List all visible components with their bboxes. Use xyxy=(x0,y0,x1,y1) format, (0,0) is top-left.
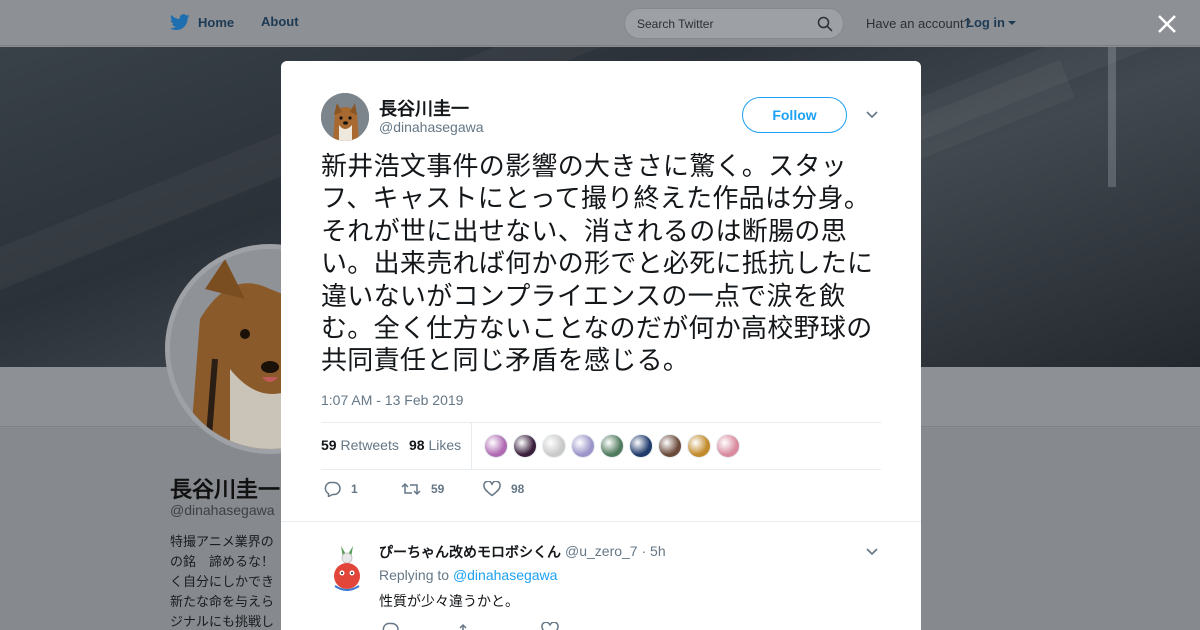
liker-avatar[interactable] xyxy=(513,434,537,458)
likes-stat[interactable]: 98 Likes xyxy=(409,437,461,453)
login-link[interactable]: Log in xyxy=(966,15,1017,30)
search-icon[interactable] xyxy=(817,16,833,32)
reply-chevron-down-icon[interactable] xyxy=(864,544,880,560)
reply-icon[interactable] xyxy=(381,622,399,630)
nav-about-link[interactable]: About xyxy=(261,14,299,29)
chevron-down-icon[interactable] xyxy=(864,107,880,123)
search-input[interactable] xyxy=(637,9,817,38)
account-prompt: Have an account? xyxy=(866,16,971,31)
retweet-action[interactable]: 59 xyxy=(401,481,444,497)
liker-avatar[interactable] xyxy=(687,434,711,458)
reply-actions xyxy=(379,622,579,630)
reply-avatar-icon[interactable] xyxy=(327,542,367,594)
heart-icon xyxy=(483,481,501,497)
reply-time[interactable]: 5h xyxy=(650,543,666,559)
retweets-label: Retweets xyxy=(340,437,399,453)
top-navigation: Home About Have an account? Log in xyxy=(0,0,1200,46)
retweets-stat[interactable]: 59 Retweets xyxy=(321,437,399,453)
profile-bio-line: ジナルにも挑戦し xyxy=(170,614,275,629)
liker-avatar[interactable] xyxy=(629,434,653,458)
retweets-count: 59 xyxy=(321,437,337,453)
replying-to: Replying to @dinahasegawa xyxy=(379,567,557,583)
close-icon xyxy=(1158,15,1176,33)
liker-avatar[interactable] xyxy=(484,434,508,458)
nav-home-link[interactable]: Home xyxy=(170,14,234,31)
stats-divider xyxy=(471,423,472,469)
profile-bio-line: く自分にしかでき xyxy=(170,574,275,589)
login-label: Log in xyxy=(966,15,1005,30)
nav-about-label: About xyxy=(261,14,299,29)
reply-author-name[interactable]: ぴーちゃん改めモロボシくん xyxy=(379,542,561,562)
caret-down-icon xyxy=(1008,20,1016,25)
replying-to-link[interactable]: @dinahasegawa xyxy=(453,567,558,583)
liker-avatar[interactable] xyxy=(600,434,624,458)
reply-count: 1 xyxy=(351,482,358,496)
liker-avatar[interactable] xyxy=(571,434,595,458)
reply-action[interactable]: 1 xyxy=(323,481,358,497)
tweet-modal: 長谷川圭一 @dinahasegawa Follow 新井浩文事件の影響の大きさ… xyxy=(281,61,921,630)
liker-avatars xyxy=(484,434,740,458)
dog-avatar-icon xyxy=(321,93,369,141)
liker-avatar[interactable] xyxy=(658,434,682,458)
reply-author-handle[interactable]: @u_zero_7 xyxy=(565,543,638,559)
replying-to-label: Replying to xyxy=(379,567,450,583)
profile-bio-line: 特撮アニメ業界の xyxy=(170,534,274,549)
reply-text: 性質が少々違うかと。 xyxy=(379,594,519,610)
profile-bio: 特撮アニメ業界の の銘 諦めるな！ く自分にしかでき 新たな命を与えら ジナルに… xyxy=(170,532,285,630)
reply-icon xyxy=(324,481,341,497)
profile-handle: @dinahasegawa xyxy=(170,502,275,518)
tweet-timestamp[interactable]: 1:07 AM - 13 Feb 2019 xyxy=(321,392,463,408)
heart-icon[interactable] xyxy=(541,622,559,630)
follow-button[interactable]: Follow xyxy=(742,97,847,133)
profile-name: 長谷川圭一 xyxy=(170,477,281,502)
retweet-icon xyxy=(401,482,421,496)
tweet-stats: 59 Retweets 98 Likes xyxy=(321,422,881,470)
like-count: 98 xyxy=(511,482,525,496)
liker-avatar[interactable] xyxy=(716,434,740,458)
author-handle[interactable]: @dinahasegawa xyxy=(379,119,484,135)
liker-avatar[interactable] xyxy=(542,434,566,458)
likes-count: 98 xyxy=(409,437,425,453)
tweet-text: 新井浩文事件の影響の大きさに驚く。スタッフ、キャストにとって撮り終えた作品は分身… xyxy=(321,152,874,377)
profile-bio-line: の銘 諦めるな！ xyxy=(170,554,275,569)
close-modal-button[interactable] xyxy=(1154,11,1180,37)
reply-meta: @u_zero_7 · 5h xyxy=(565,543,666,559)
twitter-bird-icon xyxy=(170,14,190,30)
reply-tweet[interactable]: ぴーちゃん改めモロボシくん @u_zero_7 · 5h Replying to… xyxy=(281,521,921,630)
author-avatar[interactable] xyxy=(321,93,369,141)
retweet-count: 59 xyxy=(431,482,445,496)
search-box[interactable] xyxy=(624,8,844,39)
like-action[interactable]: 98 xyxy=(483,481,524,497)
nav-home-label: Home xyxy=(198,15,235,30)
profile-bio-line: 新たな命を与えら xyxy=(170,594,275,609)
author-name[interactable]: 長谷川圭一 xyxy=(379,95,469,121)
likes-label: Likes xyxy=(428,437,462,453)
retweet-icon[interactable] xyxy=(459,622,479,630)
reply-separator: · xyxy=(641,543,647,559)
